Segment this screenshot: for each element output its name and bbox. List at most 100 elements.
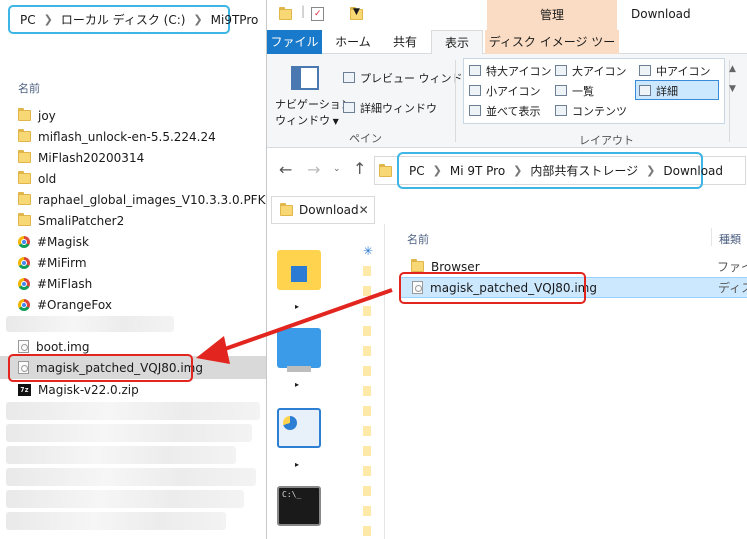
list-item[interactable]: SmaliPatcher2 xyxy=(0,210,268,231)
7zip-icon: 7z xyxy=(18,383,31,396)
blurred-item xyxy=(6,446,236,464)
blurred-item xyxy=(6,468,256,486)
up-arrow-icon[interactable]: ↑ xyxy=(353,159,366,178)
list-item[interactable]: MiFlash20200314 xyxy=(0,147,268,168)
grid-icon xyxy=(469,85,481,96)
breadcrumb-internal-storage[interactable]: 内部共有ストレージ xyxy=(530,162,638,179)
folder-icon xyxy=(18,150,31,163)
blurred-item xyxy=(6,512,226,530)
annotation-highlight-box xyxy=(399,272,586,304)
blurred-item xyxy=(6,316,174,332)
expand-arrow-icon[interactable]: ▸ xyxy=(295,302,299,311)
folder-icon xyxy=(18,129,31,142)
left-explorer-window: PC ❯ ローカル ディスク (C:) ❯ Mi9TPro 名前 joy mif… xyxy=(0,0,304,539)
tab-view[interactable]: 表示 xyxy=(431,30,483,54)
window-title: Download xyxy=(631,7,691,21)
layout-medium-icons[interactable]: 中アイコン xyxy=(639,63,710,79)
breadcrumb-download[interactable]: Download xyxy=(663,164,723,178)
breadcrumb-mi9tpro[interactable]: Mi9TPro xyxy=(211,13,259,27)
blurred-item xyxy=(6,424,252,442)
folder-icon xyxy=(279,7,292,20)
computer-icon[interactable] xyxy=(277,328,321,372)
blurred-item xyxy=(6,402,260,420)
list-item[interactable]: #MiFlash xyxy=(0,273,268,294)
list-item[interactable]: joy xyxy=(0,105,268,126)
list-item[interactable]: #OrangeFox xyxy=(0,294,268,315)
layout-xl-icons[interactable]: 特大アイコン xyxy=(469,63,551,79)
chevron-right-icon: ❯ xyxy=(432,164,442,177)
scroll-up-icon[interactable]: ▲ xyxy=(729,64,736,74)
breadcrumb-local-disk[interactable]: ローカル ディスク (C:) xyxy=(61,11,186,28)
breadcrumb-pc[interactable]: PC xyxy=(20,13,36,27)
list-item[interactable]: 7z Magisk-v22.0.zip xyxy=(0,379,268,400)
list-item[interactable]: raphael_global_images_V10.3.3.0.PFKMIXM_ xyxy=(0,189,304,210)
content-icon xyxy=(555,105,567,116)
details-pane-button[interactable]: 詳細ウィンドウ xyxy=(343,100,437,116)
chrome-icon xyxy=(18,256,30,269)
forward-arrow-icon[interactable]: → xyxy=(307,160,320,179)
folder-icon xyxy=(18,213,31,226)
tab-download[interactable]: Download ✕ xyxy=(271,196,375,224)
chevron-right-icon: ❯ xyxy=(513,164,523,177)
breadcrumb-pc[interactable]: PC xyxy=(409,164,425,178)
blurred-item xyxy=(6,490,244,508)
layout-details[interactable]: 詳細 xyxy=(639,83,678,99)
chrome-icon xyxy=(18,235,30,248)
layout-group-label: レイアウト xyxy=(579,134,634,147)
details-pane-icon xyxy=(343,102,355,113)
tab-disk-image-tools[interactable]: ディスク イメージ ツール xyxy=(485,30,619,73)
pin-icon[interactable]: ✳ xyxy=(363,244,373,258)
left-address-bar[interactable]: PC ❯ ローカル ディスク (C:) ❯ Mi9TPro xyxy=(8,5,258,34)
column-divider[interactable] xyxy=(711,228,712,246)
grid-icon xyxy=(639,65,651,76)
scroll-down-icon[interactable]: ▼ xyxy=(729,84,736,94)
list-item[interactable]: #MiFirm xyxy=(0,252,268,273)
layout-content[interactable]: コンテンツ xyxy=(555,103,627,119)
recent-dropdown-icon[interactable]: ⌄ xyxy=(333,164,341,174)
group-divider xyxy=(455,60,456,142)
tab-share[interactable]: 共有 xyxy=(383,30,427,54)
back-arrow-icon[interactable]: ← xyxy=(279,160,292,179)
command-prompt-icon[interactable]: C:\_ xyxy=(277,486,321,526)
right-address-bar[interactable]: PC ❯ Mi 9T Pro ❯ 内部共有ストレージ ❯ Download xyxy=(397,152,723,189)
navigation-pane-icon xyxy=(291,66,319,90)
layout-list[interactable]: 一覧 xyxy=(555,83,594,99)
preview-pane-icon xyxy=(343,72,355,83)
breadcrumb-mi9tpro[interactable]: Mi 9T Pro xyxy=(450,164,505,178)
pane-group-label: ペイン xyxy=(349,132,382,145)
tiles-icon xyxy=(469,105,481,116)
column-header-type[interactable]: 種類 xyxy=(719,231,741,247)
file-icon xyxy=(18,340,29,353)
dropdown-arrow-icon[interactable]: ▼ xyxy=(353,7,360,17)
right-explorer-window: | ✓ ▼ 管理 Download ファイル ホーム 共有 表示 ディスク イメ… xyxy=(266,0,747,539)
navigation-pane-button[interactable]: ナビゲーション ウィンドウ ▼ xyxy=(275,96,352,128)
chrome-icon xyxy=(18,298,30,311)
folder-icon xyxy=(18,108,31,121)
details-icon xyxy=(639,85,651,96)
folder-icon[interactable] xyxy=(277,250,321,290)
column-header-name[interactable]: 名前 xyxy=(18,80,40,96)
grid-icon xyxy=(469,65,481,76)
manage-context-tab[interactable]: 管理 xyxy=(487,0,617,30)
tab-file[interactable]: ファイル xyxy=(267,30,322,54)
chevron-right-icon: ❯ xyxy=(646,164,656,177)
control-panel-icon[interactable] xyxy=(277,408,321,448)
list-item[interactable]: miflash_unlock-en-5.5.224.24 xyxy=(0,126,268,147)
chevron-right-icon: ❯ xyxy=(43,13,53,26)
close-icon[interactable]: ✕ xyxy=(359,203,369,217)
layout-tiles[interactable]: 並べて表示 xyxy=(469,103,541,119)
expand-arrow-icon[interactable]: ▸ xyxy=(295,380,299,389)
layout-large-icons[interactable]: 大アイコン xyxy=(555,63,626,79)
properties-icon[interactable]: ✓ xyxy=(311,7,324,21)
folder-icon xyxy=(411,259,424,272)
folder-icon xyxy=(18,171,31,184)
preview-pane-button[interactable]: プレビュー ウィンドウ xyxy=(343,70,474,86)
list-item[interactable]: old xyxy=(0,168,268,189)
list-icon xyxy=(555,85,567,96)
column-header-name[interactable]: 名前 xyxy=(407,231,429,247)
pinned-folders-strip xyxy=(363,266,371,536)
list-item[interactable]: #Magisk xyxy=(0,231,268,252)
tab-home[interactable]: ホーム xyxy=(327,30,379,54)
expand-arrow-icon[interactable]: ▸ xyxy=(295,460,299,469)
layout-small-icons[interactable]: 小アイコン xyxy=(469,83,540,99)
